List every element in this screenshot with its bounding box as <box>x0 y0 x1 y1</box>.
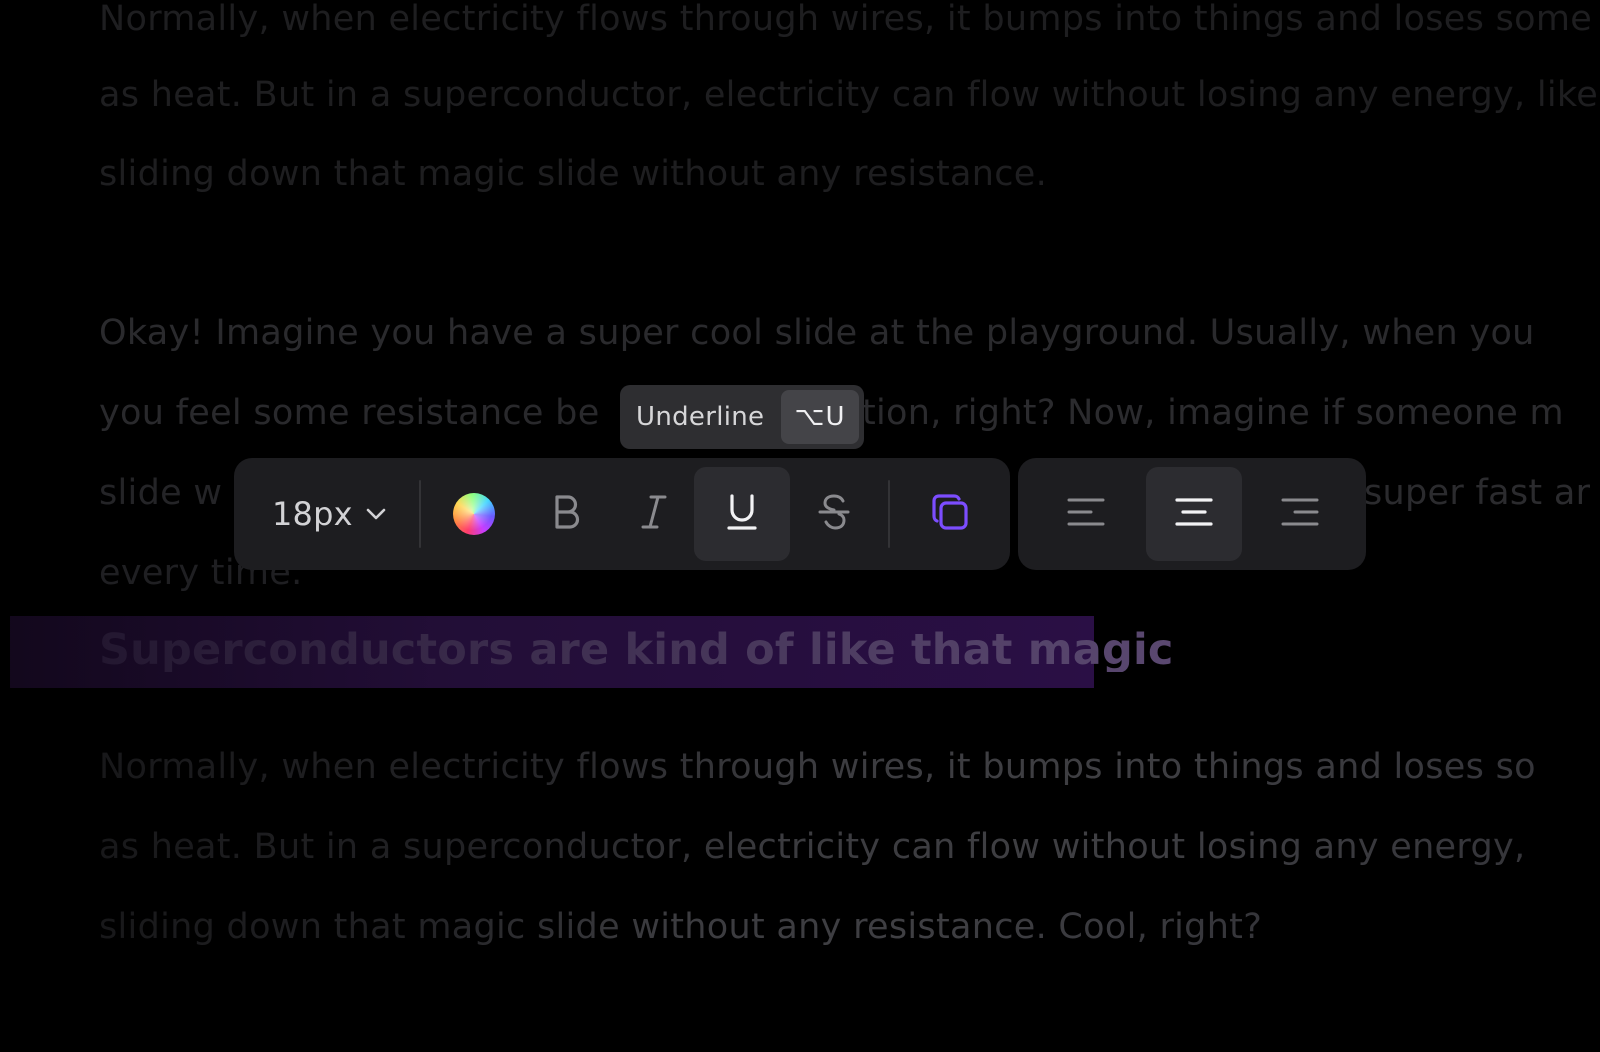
underline-button[interactable] <box>694 467 790 561</box>
tooltip-label: Underline <box>636 402 765 432</box>
align-right-icon <box>1280 496 1320 532</box>
paragraph-line: as heat. But in a superconductor, electr… <box>99 75 1599 115</box>
paragraph-line: Normally, when electricity flows through… <box>99 747 1536 787</box>
alignment-toolbar <box>1018 458 1366 570</box>
underline-tooltip: Underline ⌥U <box>620 385 864 449</box>
toolbar-divider <box>888 480 890 548</box>
font-size-select[interactable]: 18px <box>254 467 394 561</box>
font-size-value: 18px <box>272 495 353 533</box>
copy-icon <box>930 492 970 536</box>
strikethrough-button[interactable] <box>790 467 878 561</box>
paragraph-line: sliding down that magic slide without an… <box>99 907 1263 947</box>
text-color-button[interactable] <box>434 467 514 561</box>
strikethrough-icon <box>817 493 851 535</box>
align-left-button[interactable] <box>1038 467 1134 561</box>
color-wheel-icon <box>453 493 495 535</box>
copy-style-button[interactable] <box>902 467 998 561</box>
align-left-icon <box>1066 496 1106 532</box>
paragraph-line: you feel some resistance be <box>99 393 600 433</box>
paragraph-line: as heat. But in a superconductor, electr… <box>99 827 1526 867</box>
paragraph-line-fragment: super fast ar <box>1364 473 1591 513</box>
align-right-button[interactable] <box>1252 467 1348 561</box>
toolbar-divider <box>419 480 421 548</box>
paragraph-line: Okay! Imagine you have a super cool slid… <box>99 313 1535 353</box>
selected-heading[interactable]: Superconductors are kind of like that ma… <box>99 629 1174 672</box>
editor-canvas: Normally, when electricity flows through… <box>0 0 1600 1052</box>
paragraph-line-fragment: tion, right? Now, imagine if someone m <box>862 393 1564 433</box>
align-center-button[interactable] <box>1146 467 1242 561</box>
keyboard-shortcut-badge: ⌥U <box>781 390 859 444</box>
paragraph-line: sliding down that magic slide without an… <box>99 154 1047 194</box>
underline-icon <box>725 493 759 535</box>
italic-button[interactable] <box>610 467 698 561</box>
chevron-down-icon <box>365 507 387 521</box>
formatting-toolbar: 18px <box>234 458 1010 570</box>
paragraph-line: Normally, when electricity flows through… <box>99 0 1600 39</box>
italic-icon <box>639 494 669 534</box>
bold-button[interactable] <box>522 467 610 561</box>
bold-icon <box>551 494 581 534</box>
align-center-icon <box>1174 496 1214 532</box>
paragraph-line-fragment: slide w <box>99 473 223 513</box>
